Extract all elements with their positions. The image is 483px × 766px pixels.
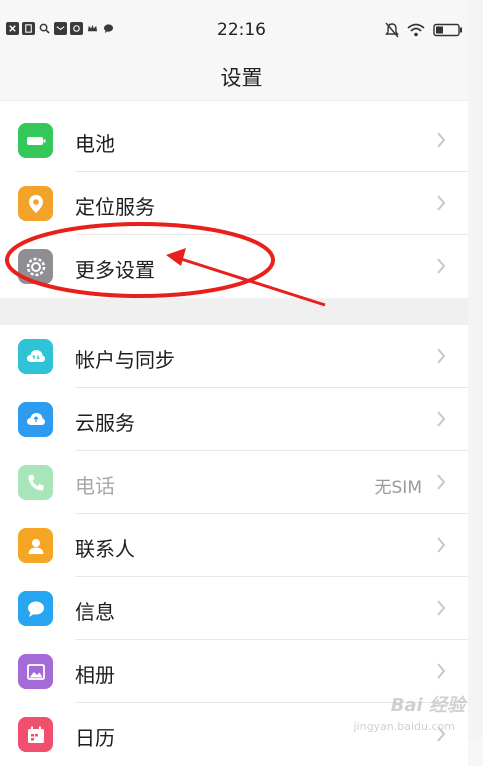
group-separator — [0, 298, 468, 325]
settings-group-device: 电池 定位服务 更多设置 — [0, 109, 468, 298]
settings-item-more-settings[interactable]: 更多设置 — [0, 235, 468, 298]
system-icons — [385, 22, 463, 38]
settings-item-label: 电池 — [75, 132, 115, 156]
chevron-right-icon — [437, 411, 446, 427]
battery-icon — [18, 123, 53, 158]
settings-item-label: 云服务 — [75, 411, 135, 435]
settings-item-label: 相册 — [75, 663, 115, 687]
settings-item-phone[interactable]: 电话 无SIM — [0, 451, 468, 514]
baidu-watermark-url: jingyan.baidu.com — [353, 720, 455, 733]
settings-item-account-sync[interactable]: 帐户与同步 — [0, 325, 468, 388]
chevron-right-icon — [437, 600, 446, 616]
chevron-right-icon — [437, 258, 446, 274]
settings-list: 电池 定位服务 更多设置 帐户与同步 云服务 电话 无SIM 联系人 信息 相册… — [0, 100, 468, 766]
contact-icon — [18, 528, 53, 563]
list-top-edge — [0, 100, 468, 109]
settings-item-label: 日历 — [75, 726, 115, 750]
settings-item-label: 信息 — [75, 600, 115, 624]
phone-icon — [18, 465, 53, 500]
status-bar: 22:16 — [0, 0, 483, 60]
settings-item-messages[interactable]: 信息 — [0, 577, 468, 640]
photo-icon — [18, 654, 53, 689]
chevron-right-icon — [437, 132, 446, 148]
screen-edge — [468, 0, 483, 739]
settings-item-label: 电话 — [75, 474, 115, 498]
gear-icon — [18, 249, 53, 284]
settings-item-label: 联系人 — [75, 537, 135, 561]
settings-item-label: 帐户与同步 — [75, 348, 175, 372]
wifi-icon — [407, 23, 425, 37]
chevron-right-icon — [437, 348, 446, 364]
settings-item-contacts[interactable]: 联系人 — [0, 514, 468, 577]
settings-item-cloud-service[interactable]: 云服务 — [0, 388, 468, 451]
cloud-icon — [18, 402, 53, 437]
sim-status-value: 无SIM — [374, 478, 422, 498]
battery-icon — [433, 23, 462, 37]
settings-item-battery[interactable]: 电池 — [0, 109, 468, 172]
baidu-watermark: Bai 经验 — [390, 695, 465, 716]
cloud-sync-icon — [18, 339, 53, 374]
settings-item-label: 更多设置 — [75, 258, 155, 282]
settings-item-label: 定位服务 — [75, 195, 155, 219]
calendar-icon — [18, 717, 53, 752]
page-title: 设置 — [220, 66, 263, 90]
mute-icon — [385, 22, 399, 38]
message-icon — [18, 591, 53, 626]
location-pin-icon — [18, 186, 53, 221]
settings-item-location[interactable]: 定位服务 — [0, 172, 468, 235]
chevron-right-icon — [437, 537, 446, 553]
chevron-right-icon — [437, 663, 446, 679]
chevron-right-icon — [437, 195, 446, 211]
chevron-right-icon — [437, 474, 446, 490]
